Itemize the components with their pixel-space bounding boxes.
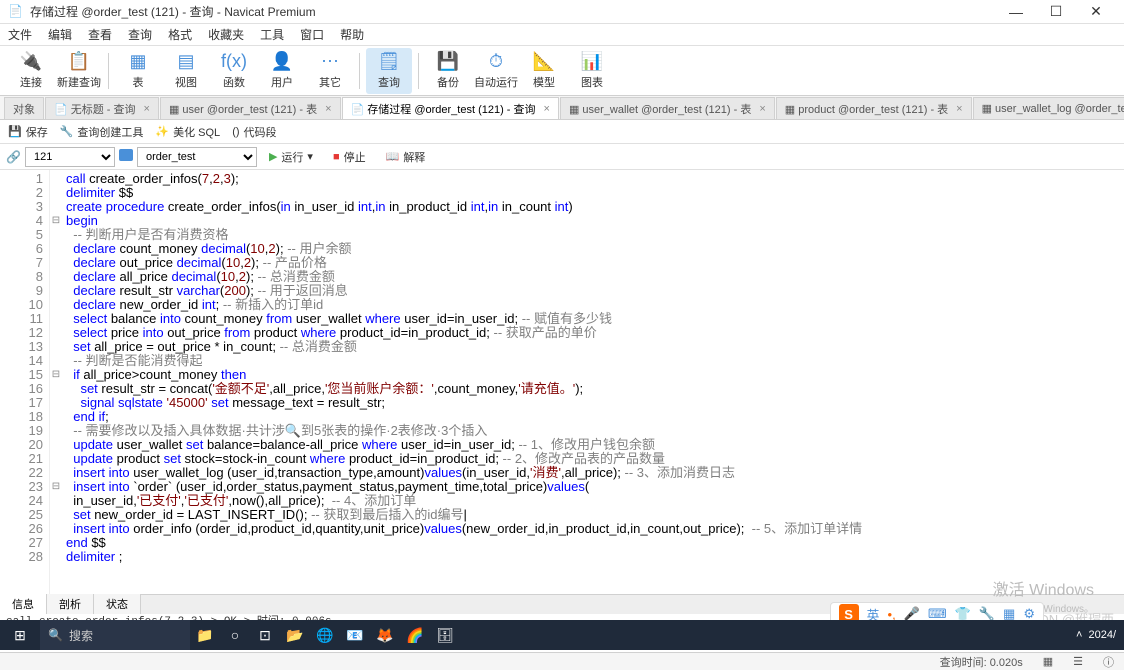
list-icon[interactable]: ☰ xyxy=(1073,655,1083,668)
run-bar: 🔗 121 order_test ▶运行 ▾ ■停止 📖 解释 xyxy=(0,144,1124,170)
explain-button[interactable]: 📖 解释 xyxy=(378,147,434,167)
maximize-button[interactable]: ☐ xyxy=(1036,3,1076,20)
sql-editor[interactable]: 1234567891011121314151617181920212223242… xyxy=(0,170,1124,594)
run-button[interactable]: ▶运行 ▾ xyxy=(261,147,321,167)
system-tray[interactable]: ˄ 2024/ xyxy=(1068,629,1124,641)
code-snippet-button[interactable]: () 代码段 xyxy=(232,124,276,140)
database-icon xyxy=(119,149,133,164)
windows-taskbar[interactable]: ⊞ 🔍 搜索 📁 ○ ⊡ 📂 🌐 📧 🦊 🌈 🗄 ˄ 2024/ xyxy=(0,620,1124,650)
toolbar-查询[interactable]: 🗒查询 xyxy=(366,48,412,94)
close-tab-icon[interactable]: × xyxy=(325,103,331,115)
menu-tools[interactable]: 工具 xyxy=(260,26,284,43)
toolbar-备份[interactable]: 💾备份 xyxy=(425,48,471,94)
menu-edit[interactable]: 编辑 xyxy=(48,26,72,43)
close-tab-icon[interactable]: × xyxy=(544,103,550,115)
document-tab[interactable]: ▦ user @order_test (121) - 表× xyxy=(160,97,341,119)
document-tab[interactable]: ▦ user_wallet_log @order_test (1...)× xyxy=(973,97,1124,119)
taskbar-edge[interactable]: 🌐 xyxy=(310,620,340,650)
menubar: 文件 编辑 查看 查询 格式 收藏夹 工具 窗口 帮助 xyxy=(0,24,1124,46)
query-builder-button[interactable]: 🔧 查询创建工具 xyxy=(60,124,144,140)
menu-help[interactable]: 帮助 xyxy=(340,26,364,43)
output-tab-info[interactable]: 信息 xyxy=(0,594,47,614)
tray-time: 2024/ xyxy=(1088,629,1116,641)
taskbar-taskview[interactable]: ⊡ xyxy=(250,620,280,650)
toolbar-模型[interactable]: 📐模型 xyxy=(521,48,567,94)
database-select[interactable]: order_test xyxy=(137,147,257,167)
close-tab-icon[interactable]: × xyxy=(144,103,150,115)
toolbar-自动运行[interactable]: ⏱自动运行 xyxy=(473,48,519,94)
toolbar-新建查询[interactable]: 📋新建查询 xyxy=(56,48,102,94)
fold-gutter[interactable]: ⊟⊟⊟ xyxy=(50,170,62,594)
toolbar-连接[interactable]: 🔌连接 xyxy=(8,48,54,94)
status-bar: 查询时间: 0.020s ▦ ☰ ⓘ xyxy=(0,652,1124,670)
document-tab[interactable]: 对象 xyxy=(4,97,44,119)
code-area[interactable]: call create_order_infos(7,2,3);delimiter… xyxy=(62,170,1124,594)
close-button[interactable]: ✕ xyxy=(1076,3,1116,20)
document-tab[interactable]: ▦ product @order_test (121) - 表× xyxy=(776,97,972,119)
app-icon: 📄 xyxy=(8,4,24,20)
document-tab[interactable]: 📄 存储过程 @order_test (121) - 查询× xyxy=(342,97,559,119)
connection-select[interactable]: 121 xyxy=(25,147,115,167)
beautify-sql-button[interactable]: ✨ 美化 SQL xyxy=(155,124,220,140)
menu-query[interactable]: 查询 xyxy=(128,26,152,43)
menu-format[interactable]: 格式 xyxy=(168,26,192,43)
connection-icon: 🔗 xyxy=(6,150,21,164)
minimize-button[interactable]: — xyxy=(996,4,1036,20)
stop-button[interactable]: ■停止 xyxy=(325,147,374,167)
output-tab-status[interactable]: 状态 xyxy=(94,594,141,614)
taskbar-app-1[interactable]: 📁 xyxy=(190,620,220,650)
sub-toolbar: 💾 保存 🔧 查询创建工具 ✨ 美化 SQL () 代码段 xyxy=(0,120,1124,144)
toolbar-其它[interactable]: ⋯其它 xyxy=(307,48,353,94)
taskbar-search[interactable]: 🔍 搜索 xyxy=(40,620,190,650)
toolbar-图表[interactable]: 📊图表 xyxy=(569,48,615,94)
info-icon[interactable]: ⓘ xyxy=(1103,654,1114,670)
main-toolbar: 🔌连接📋新建查询 ▦表▤视图f(x)函数👤用户⋯其它 🗒查询 💾备份⏱自动运行📐模型📊… xyxy=(0,46,1124,96)
toolbar-函数[interactable]: f(x)函数 xyxy=(211,48,257,94)
close-tab-icon[interactable]: × xyxy=(759,103,765,115)
window-title: 存储过程 @order_test (121) - 查询 - Navicat Pr… xyxy=(30,3,996,20)
toolbar-表[interactable]: ▦表 xyxy=(115,48,161,94)
menu-favorites[interactable]: 收藏夹 xyxy=(208,26,244,43)
start-button[interactable]: ⊞ xyxy=(0,627,40,644)
taskbar-firefox[interactable]: 🦊 xyxy=(370,620,400,650)
grid-icon[interactable]: ▦ xyxy=(1043,655,1053,668)
output-tab-profile[interactable]: 剖析 xyxy=(47,594,94,614)
menu-window[interactable]: 窗口 xyxy=(300,26,324,43)
document-tab[interactable]: ▦ user_wallet @order_test (121) - 表× xyxy=(560,97,775,119)
menu-file[interactable]: 文件 xyxy=(8,26,32,43)
taskbar-cortana[interactable]: ○ xyxy=(220,620,250,650)
taskbar-navicat[interactable]: 🗄 xyxy=(430,620,460,650)
document-tab[interactable]: 📄 无标题 - 查询× xyxy=(45,97,159,119)
taskbar-explorer[interactable]: 📂 xyxy=(280,620,310,650)
document-tabs: 对象📄 无标题 - 查询×▦ user @order_test (121) - … xyxy=(0,96,1124,120)
query-time-label: 查询时间: 0.020s xyxy=(940,654,1023,670)
taskbar-chrome[interactable]: 🌈 xyxy=(400,620,430,650)
close-tab-icon[interactable]: × xyxy=(956,103,962,115)
taskbar-app-2[interactable]: 📧 xyxy=(340,620,370,650)
tray-up-icon[interactable]: ˄ xyxy=(1076,629,1082,641)
titlebar: 📄 存储过程 @order_test (121) - 查询 - Navicat … xyxy=(0,0,1124,24)
menu-view[interactable]: 查看 xyxy=(88,26,112,43)
line-gutter: 1234567891011121314151617181920212223242… xyxy=(0,170,50,594)
toolbar-用户[interactable]: 👤用户 xyxy=(259,48,305,94)
toolbar-视图[interactable]: ▤视图 xyxy=(163,48,209,94)
save-button[interactable]: 💾 保存 xyxy=(8,124,48,140)
